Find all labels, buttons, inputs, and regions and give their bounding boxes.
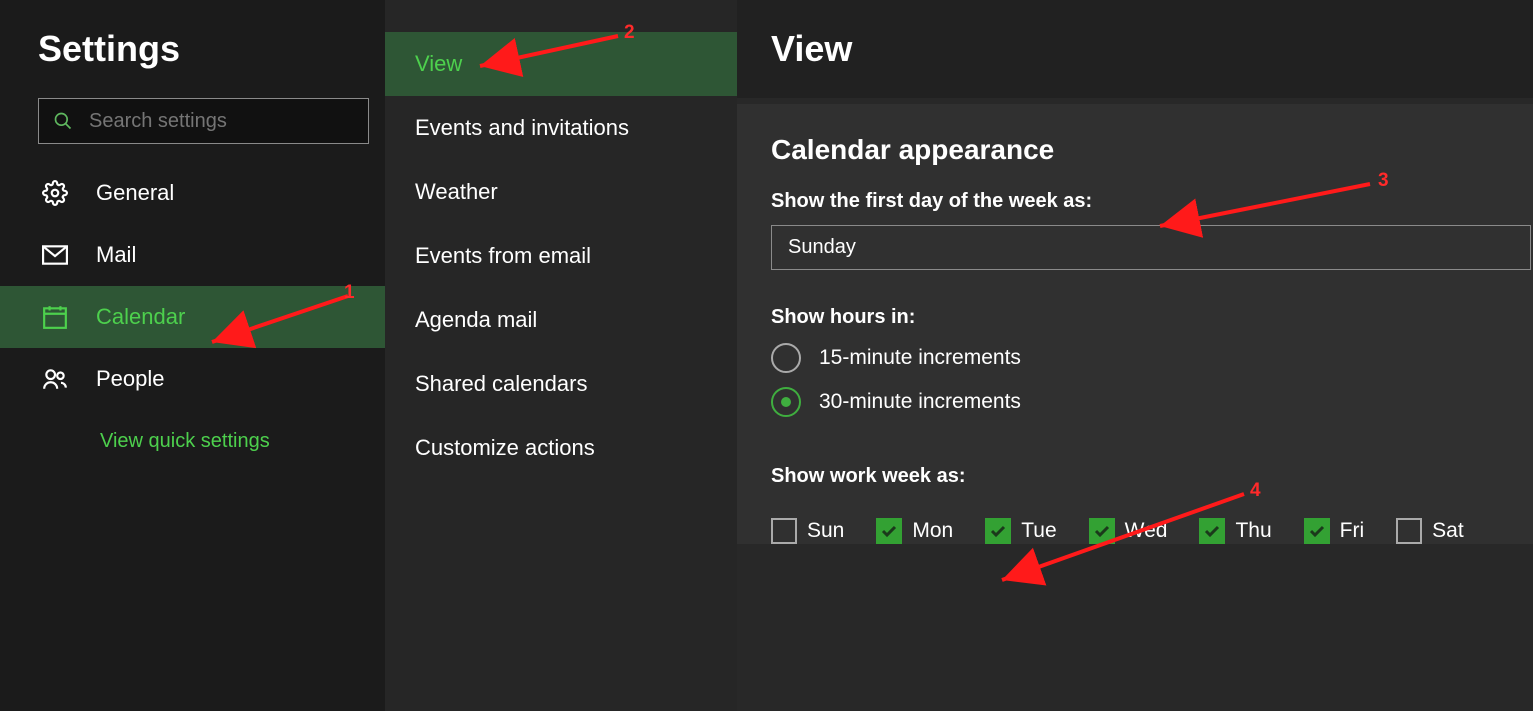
subnav-item-weather[interactable]: Weather [385, 160, 737, 224]
sidebar-item-mail[interactable]: Mail [0, 224, 385, 286]
day-label: Mon [912, 519, 953, 543]
subnav-label: Customize actions [415, 435, 595, 461]
first-day-label: Show the first day of the week as: [771, 190, 1533, 213]
day-wed[interactable]: Wed [1089, 518, 1168, 544]
subnav-item-events-from-email[interactable]: Events from email [385, 224, 737, 288]
subnav-label: Weather [415, 179, 498, 205]
search-field[interactable] [38, 98, 369, 144]
radio-15-min[interactable]: 15-minute increments [771, 343, 1533, 373]
hours-label: Show hours in: [771, 306, 1533, 329]
radio-30-min[interactable]: 30-minute increments [771, 387, 1533, 417]
content-header: View [737, 0, 1533, 98]
checkbox-icon [1304, 518, 1330, 544]
day-label: Wed [1125, 519, 1168, 543]
calendar-icon [38, 300, 72, 334]
annotation-label-4: 4 [1250, 480, 1261, 502]
subnav-label: View [415, 51, 462, 77]
radio-icon [771, 387, 801, 417]
subnav-item-shared-calendars[interactable]: Shared calendars [385, 352, 737, 416]
day-mon[interactable]: Mon [876, 518, 953, 544]
subnav-item-agenda-mail[interactable]: Agenda mail [385, 288, 737, 352]
sidebar-item-label: General [96, 180, 174, 206]
radio-label: 30-minute increments [819, 390, 1021, 414]
day-tue[interactable]: Tue [985, 518, 1056, 544]
settings-sidebar: Settings General Mail Calendar [0, 0, 385, 711]
day-label: Sat [1432, 519, 1464, 543]
work-week-label: Show work week as: [771, 465, 1533, 488]
subnav-item-view[interactable]: View [385, 32, 737, 96]
subnav-item-events-invitations[interactable]: Events and invitations [385, 96, 737, 160]
sidebar-item-general[interactable]: General [0, 162, 385, 224]
people-icon [38, 362, 72, 396]
sidebar-item-label: Calendar [96, 304, 185, 330]
day-sun[interactable]: Sun [771, 518, 844, 544]
settings-subnav: View Events and invitations Weather Even… [385, 0, 737, 711]
day-label: Sun [807, 519, 844, 543]
search-input[interactable] [87, 109, 356, 134]
subnav-label: Events from email [415, 243, 591, 269]
first-day-select[interactable]: Sunday [771, 225, 1531, 270]
work-week-days: Sun Mon Tue Wed Thu Fri Sat [771, 518, 1533, 544]
radio-label: 15-minute increments [819, 346, 1021, 370]
annotation-label-3: 3 [1378, 170, 1389, 192]
search-icon [53, 111, 73, 131]
mail-icon [38, 238, 72, 272]
sidebar-item-people[interactable]: People [0, 348, 385, 410]
checkbox-icon [876, 518, 902, 544]
annotation-label-2: 2 [624, 22, 635, 44]
day-label: Thu [1235, 519, 1271, 543]
sidebar-item-label: Mail [96, 242, 136, 268]
settings-title: Settings [38, 28, 385, 70]
day-sat[interactable]: Sat [1396, 518, 1464, 544]
subnav-item-customize-actions[interactable]: Customize actions [385, 416, 737, 480]
day-fri[interactable]: Fri [1304, 518, 1365, 544]
sidebar-item-label: People [96, 366, 165, 392]
checkbox-icon [1396, 518, 1422, 544]
radio-icon [771, 343, 801, 373]
checkbox-icon [1199, 518, 1225, 544]
section-title: Calendar appearance [771, 134, 1533, 166]
sidebar-item-calendar[interactable]: Calendar [0, 286, 385, 348]
day-thu[interactable]: Thu [1199, 518, 1271, 544]
settings-content: View Calendar appearance Show the first … [737, 0, 1533, 711]
day-label: Fri [1340, 519, 1365, 543]
subnav-label: Shared calendars [415, 371, 587, 397]
checkbox-icon [1089, 518, 1115, 544]
subnav-label: Agenda mail [415, 307, 537, 333]
gear-icon [38, 176, 72, 210]
checkbox-icon [771, 518, 797, 544]
view-quick-settings-link[interactable]: View quick settings [100, 430, 270, 453]
subnav-label: Events and invitations [415, 115, 629, 141]
checkbox-icon [985, 518, 1011, 544]
day-label: Tue [1021, 519, 1056, 543]
annotation-label-1: 1 [344, 282, 355, 304]
